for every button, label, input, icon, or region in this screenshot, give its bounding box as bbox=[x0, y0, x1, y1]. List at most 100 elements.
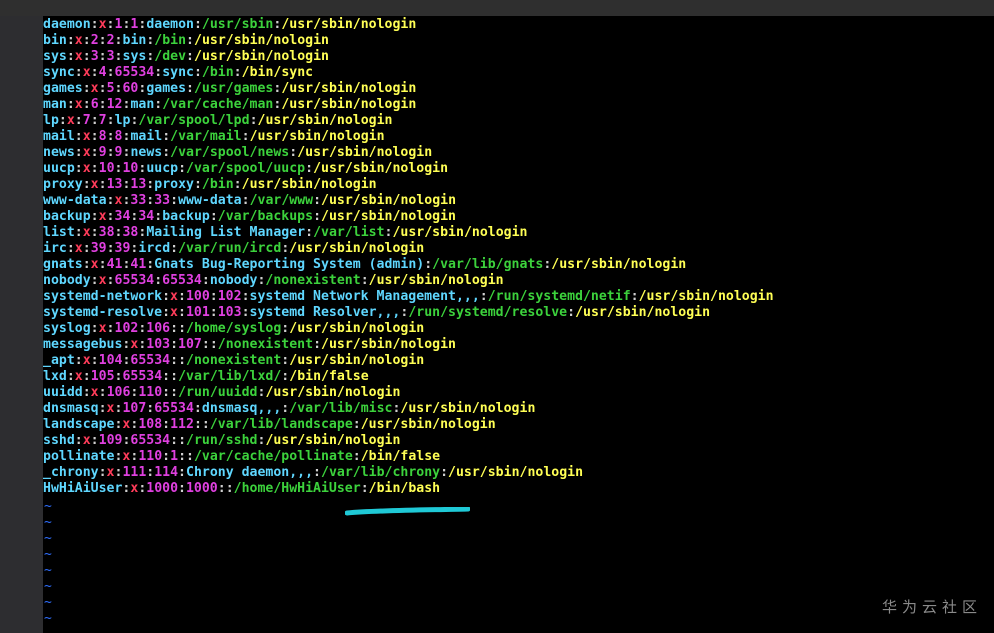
field-uid: 106 bbox=[106, 385, 131, 400]
field-separator: : bbox=[66, 241, 75, 256]
terminal-editor[interactable]: daemon:x:1:1:daemon:/usr/sbin:/usr/sbin/… bbox=[43, 16, 994, 633]
field-shell: /usr/sbin/nologin bbox=[313, 161, 449, 176]
field-user: www-data bbox=[43, 193, 107, 208]
field-password: x bbox=[74, 241, 83, 256]
field-separator: : bbox=[630, 289, 639, 304]
field-separator: : bbox=[440, 465, 449, 480]
field-shell: /usr/sbin/nologin bbox=[321, 337, 456, 352]
field-gecos: nobody bbox=[209, 273, 258, 288]
field-separator: : bbox=[186, 449, 194, 464]
passwd-line: syslog:x:102:106::/home/syslog:/usr/sbin… bbox=[43, 321, 774, 337]
field-password: x bbox=[90, 257, 99, 272]
field-uid: 5 bbox=[106, 81, 115, 96]
field-separator: : bbox=[90, 145, 99, 160]
field-separator: : bbox=[313, 193, 322, 208]
field-home: /home/syslog bbox=[186, 321, 282, 336]
field-uid: 39 bbox=[90, 241, 107, 256]
passwd-line: nobody:x:65534:65534:nobody:/nonexistent… bbox=[43, 273, 774, 289]
field-separator: : bbox=[82, 33, 91, 48]
field-separator: : bbox=[186, 49, 194, 64]
field-separator: : bbox=[98, 177, 107, 192]
field-user: gnats bbox=[43, 257, 83, 272]
field-gid: 12 bbox=[106, 97, 123, 112]
field-shell: /usr/sbin/nologin bbox=[638, 289, 774, 304]
field-home: /nonexistent bbox=[186, 353, 282, 368]
tilde-marker: ~ bbox=[44, 563, 52, 578]
field-user: nobody bbox=[43, 273, 91, 288]
field-password: x bbox=[82, 433, 91, 448]
field-user: lp bbox=[43, 113, 59, 128]
field-shell: /usr/sbin/nologin bbox=[265, 433, 401, 448]
passwd-line: _apt:x:104:65534::/nonexistent:/usr/sbin… bbox=[43, 353, 774, 369]
passwd-line: sync:x:4:65534:sync:/bin:/bin/sync bbox=[43, 65, 774, 81]
field-home: /var/lib/misc bbox=[289, 401, 393, 416]
field-user: lxd bbox=[43, 369, 67, 384]
field-uid: 10 bbox=[98, 161, 115, 176]
field-separator: : bbox=[162, 145, 171, 160]
field-shell: /usr/sbin/nologin bbox=[265, 385, 401, 400]
field-separator: : bbox=[66, 369, 75, 384]
passwd-line: uuidd:x:106:110::/run/uuidd:/usr/sbin/no… bbox=[43, 385, 774, 401]
field-home: /var/spool/lpd bbox=[138, 113, 250, 128]
field-shell: /usr/sbin/nologin bbox=[289, 241, 425, 256]
field-password: x bbox=[74, 369, 83, 384]
field-separator: : bbox=[186, 33, 194, 48]
field-shell: /usr/sbin/nologin bbox=[448, 465, 584, 480]
field-password: x bbox=[170, 289, 178, 304]
field-password: x bbox=[170, 305, 178, 320]
field-separator: : bbox=[74, 225, 83, 240]
field-separator: : bbox=[193, 17, 202, 32]
field-uid: 101 bbox=[185, 305, 210, 320]
field-user: man bbox=[43, 97, 67, 112]
field-home: /var/lib/gnats bbox=[432, 257, 544, 272]
passwd-line: news:x:9:9:news:/var/spool/news:/usr/sbi… bbox=[43, 145, 774, 161]
field-uid: 1000 bbox=[146, 481, 179, 496]
passwd-line: backup:x:34:34:backup:/var/backups:/usr/… bbox=[43, 209, 774, 225]
field-password: x bbox=[74, 97, 83, 112]
field-gecos: bin bbox=[122, 33, 147, 48]
field-separator: : bbox=[313, 209, 322, 224]
field-separator: : bbox=[98, 33, 107, 48]
field-separator: : bbox=[178, 321, 187, 336]
field-gid: 65534 bbox=[130, 353, 171, 368]
field-gid: 112 bbox=[170, 417, 194, 432]
field-separator: : bbox=[193, 401, 202, 416]
field-gid: 65534 bbox=[114, 65, 155, 80]
field-separator: : bbox=[154, 209, 163, 224]
field-shell: /usr/sbin/nologin bbox=[289, 321, 425, 336]
field-gid: 65534 bbox=[162, 273, 202, 288]
window-top-strip bbox=[0, 0, 994, 16]
field-separator: : bbox=[106, 273, 115, 288]
field-home: /var/cache/man bbox=[162, 97, 274, 112]
field-user: messagebus bbox=[43, 337, 123, 352]
field-separator: : bbox=[90, 321, 99, 336]
field-shell: /usr/sbin/nologin bbox=[241, 177, 377, 192]
field-separator: : bbox=[178, 353, 187, 368]
field-user: HwHiAiUser bbox=[43, 481, 123, 496]
field-gid: 1 bbox=[170, 449, 179, 464]
tilde-marker: ~ bbox=[44, 515, 52, 530]
field-shell: /usr/sbin/nologin bbox=[281, 97, 417, 112]
passwd-line: man:x:6:12:man:/var/cache/man:/usr/sbin/… bbox=[43, 97, 774, 113]
field-separator: : bbox=[313, 337, 322, 352]
field-password: x bbox=[98, 273, 107, 288]
field-separator: : bbox=[313, 465, 321, 480]
field-separator: : bbox=[74, 113, 83, 128]
field-gecos: sys bbox=[122, 49, 147, 64]
field-gid: 65534 bbox=[154, 401, 194, 416]
field-separator: : bbox=[106, 113, 115, 128]
field-separator: : bbox=[352, 449, 361, 464]
field-gid: 65534 bbox=[122, 369, 163, 384]
field-user: daemon bbox=[43, 17, 91, 32]
field-password: x bbox=[74, 49, 83, 64]
field-separator: : bbox=[209, 305, 218, 320]
field-separator: : bbox=[74, 65, 83, 80]
passwd-line: mail:x:8:8:mail:/var/mail:/usr/sbin/nolo… bbox=[43, 129, 774, 145]
passwd-line: bin:x:2:2:bin:/bin:/usr/sbin/nologin bbox=[43, 33, 774, 49]
field-user: proxy bbox=[43, 177, 83, 192]
field-password: x bbox=[98, 321, 107, 336]
field-separator: : bbox=[106, 145, 115, 160]
field-gecos: daemon bbox=[146, 17, 194, 32]
field-separator: : bbox=[201, 417, 210, 432]
field-gecos: mail bbox=[130, 129, 163, 144]
